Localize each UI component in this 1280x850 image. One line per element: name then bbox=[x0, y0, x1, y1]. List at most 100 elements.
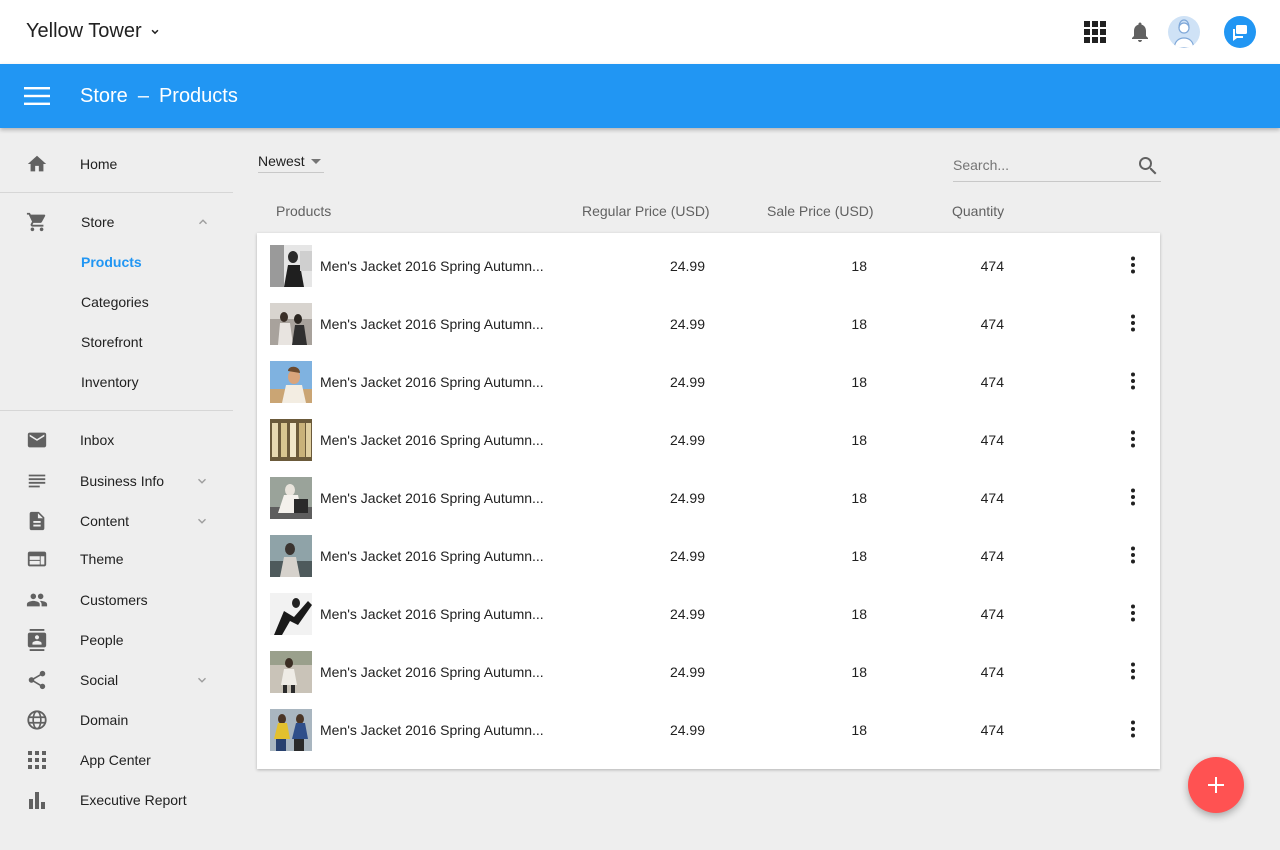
regular-price: 24.99 bbox=[669, 490, 705, 506]
sidebar-subitem-label: Inventory bbox=[81, 374, 139, 390]
sidebar-item-label: Content bbox=[80, 513, 130, 529]
column-header-products[interactable]: Products bbox=[276, 203, 331, 219]
sidebar-item-home[interactable]: Home bbox=[0, 144, 233, 184]
product-thumbnail bbox=[270, 535, 312, 577]
product-name: Men's Jacket 2016 Spring Autumn... bbox=[320, 316, 544, 332]
apps-grid-icon bbox=[26, 749, 48, 771]
bell-icon[interactable] bbox=[1124, 16, 1156, 48]
sort-value: Newest bbox=[258, 153, 305, 169]
hamburger-menu-icon[interactable] bbox=[24, 84, 50, 108]
sidebar-subitem-label: Storefront bbox=[81, 334, 143, 350]
table-row[interactable]: Men's Jacket 2016 Spring Autumn... 24.99… bbox=[257, 581, 1160, 639]
more-vert-icon[interactable] bbox=[1123, 487, 1143, 507]
regular-price: 24.99 bbox=[669, 258, 705, 274]
sidebar-item-business-info[interactable]: Business Info bbox=[0, 461, 233, 501]
product-thumbnail bbox=[270, 593, 312, 635]
quantity: 474 bbox=[980, 374, 1004, 390]
chat-icon[interactable] bbox=[1224, 16, 1256, 48]
sidebar-item-executive-report[interactable]: Executive Report bbox=[0, 780, 233, 820]
sidebar-item-customers[interactable]: Customers bbox=[0, 580, 233, 620]
add-product-button[interactable] bbox=[1188, 757, 1244, 813]
quantity: 474 bbox=[980, 722, 1004, 738]
sidebar-subitem-label: Categories bbox=[81, 294, 149, 310]
quantity: 474 bbox=[980, 258, 1004, 274]
more-vert-icon[interactable] bbox=[1123, 545, 1143, 565]
sidebar-item-inbox[interactable]: Inbox bbox=[0, 420, 233, 460]
chevron-down-icon[interactable] bbox=[195, 474, 209, 488]
chevron-down-icon[interactable] bbox=[195, 514, 209, 528]
sidebar-item-app-center[interactable]: App Center bbox=[0, 740, 233, 780]
more-vert-icon[interactable] bbox=[1123, 313, 1143, 333]
cart-icon bbox=[26, 211, 48, 233]
sidebar-subitem-categories[interactable]: Categories bbox=[0, 284, 233, 320]
table-row[interactable]: Men's Jacket 2016 Spring Autumn... 24.99… bbox=[257, 697, 1160, 755]
sale-price: 18 bbox=[851, 258, 867, 274]
regular-price: 24.99 bbox=[669, 374, 705, 390]
breadcrumb-separator: – bbox=[137, 85, 149, 107]
product-thumbnail bbox=[270, 245, 312, 287]
chevron-down-icon bbox=[151, 29, 159, 34]
product-thumbnail bbox=[270, 651, 312, 693]
more-vert-icon[interactable] bbox=[1123, 719, 1143, 739]
search-input[interactable] bbox=[953, 154, 1123, 176]
search-icon[interactable] bbox=[1136, 154, 1160, 178]
chevron-down-icon[interactable] bbox=[195, 673, 209, 687]
column-header-regular-price[interactable]: Regular Price (USD) bbox=[582, 203, 710, 219]
table-row[interactable]: Men's Jacket 2016 Spring Autumn... 24.99… bbox=[257, 291, 1160, 349]
column-header-sale-price[interactable]: Sale Price (USD) bbox=[767, 203, 874, 219]
product-thumbnail bbox=[270, 361, 312, 403]
table-row[interactable]: Men's Jacket 2016 Spring Autumn... 24.99… bbox=[257, 523, 1160, 581]
sidebar-subitem-inventory[interactable]: Inventory bbox=[0, 364, 233, 400]
sidebar-item-domain[interactable]: Domain bbox=[0, 700, 233, 740]
avatar[interactable] bbox=[1168, 16, 1200, 48]
more-vert-icon[interactable] bbox=[1123, 603, 1143, 623]
more-vert-icon[interactable] bbox=[1123, 371, 1143, 391]
table-row[interactable]: Men's Jacket 2016 Spring Autumn... 24.99… bbox=[257, 233, 1160, 291]
sidebar-subitem-storefront[interactable]: Storefront bbox=[0, 324, 233, 360]
product-name: Men's Jacket 2016 Spring Autumn... bbox=[320, 664, 544, 680]
sidebar-divider bbox=[0, 410, 233, 411]
sort-dropdown[interactable]: Newest bbox=[258, 150, 324, 173]
product-thumbnail bbox=[270, 709, 312, 751]
table-row[interactable]: Men's Jacket 2016 Spring Autumn... 24.99… bbox=[257, 349, 1160, 407]
sale-price: 18 bbox=[851, 490, 867, 506]
apps-grid-icon[interactable] bbox=[1079, 16, 1111, 48]
share-icon bbox=[26, 669, 48, 691]
sidebar-item-label: Store bbox=[81, 214, 115, 230]
product-name: Men's Jacket 2016 Spring Autumn... bbox=[320, 374, 544, 390]
product-name: Men's Jacket 2016 Spring Autumn... bbox=[320, 722, 544, 738]
products-table: Men's Jacket 2016 Spring Autumn... 24.99… bbox=[257, 233, 1160, 769]
site-switcher[interactable]: Yellow Tower bbox=[26, 20, 162, 43]
table-row[interactable]: Men's Jacket 2016 Spring Autumn... 24.99… bbox=[257, 639, 1160, 697]
sidebar-item-theme[interactable]: Theme bbox=[0, 539, 233, 579]
sidebar-subitem-products[interactable]: Products bbox=[0, 244, 233, 280]
more-vert-icon[interactable] bbox=[1123, 255, 1143, 275]
more-vert-icon[interactable] bbox=[1123, 661, 1143, 681]
breadcrumb-section[interactable]: Store bbox=[80, 85, 128, 108]
sidebar-item-label: App Center bbox=[80, 752, 151, 768]
regular-price: 24.99 bbox=[669, 664, 705, 680]
column-header-quantity[interactable]: Quantity bbox=[952, 203, 1004, 219]
sidebar-item-store[interactable]: Store bbox=[0, 202, 233, 242]
sidebar-item-label: Home bbox=[80, 156, 118, 172]
table-row[interactable]: Men's Jacket 2016 Spring Autumn... 24.99… bbox=[257, 465, 1160, 523]
product-name: Men's Jacket 2016 Spring Autumn... bbox=[320, 258, 544, 274]
sidebar-subitem-label: Products bbox=[81, 254, 142, 270]
product-name: Men's Jacket 2016 Spring Autumn... bbox=[320, 432, 544, 448]
regular-price: 24.99 bbox=[669, 722, 705, 738]
more-vert-icon[interactable] bbox=[1123, 429, 1143, 449]
sidebar-item-content[interactable]: Content bbox=[0, 501, 233, 541]
home-icon bbox=[26, 153, 48, 175]
sidebar-item-label: Social bbox=[80, 672, 119, 688]
sale-price: 18 bbox=[851, 432, 867, 448]
sidebar-item-label: Inbox bbox=[80, 432, 115, 448]
sidebar-item-label: Business Info bbox=[80, 473, 165, 489]
sale-price: 18 bbox=[851, 722, 867, 738]
notes-icon bbox=[26, 470, 48, 492]
chevron-up-icon[interactable] bbox=[196, 215, 210, 229]
sidebar-item-label: Domain bbox=[80, 712, 129, 728]
table-row[interactable]: Men's Jacket 2016 Spring Autumn... 24.99… bbox=[257, 407, 1160, 465]
sidebar-item-people[interactable]: People bbox=[0, 620, 233, 660]
sidebar-item-social[interactable]: Social bbox=[0, 660, 233, 700]
product-thumbnail bbox=[270, 303, 312, 345]
